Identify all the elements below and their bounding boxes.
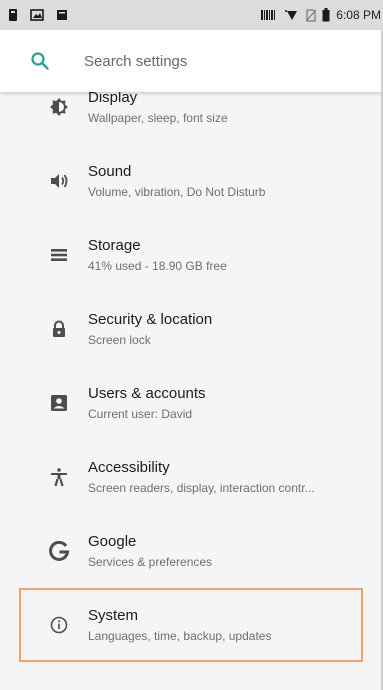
settings-item-google[interactable]: Google Services & preferences bbox=[0, 514, 383, 588]
settings-item-title: System bbox=[88, 607, 139, 624]
settings-item-system[interactable]: System Languages, time, backup, updates bbox=[19, 588, 363, 662]
settings-item-subtitle: Screen lock bbox=[88, 333, 151, 347]
lock-icon bbox=[47, 317, 71, 341]
wifi-icon bbox=[284, 9, 300, 21]
message-icon bbox=[56, 9, 68, 21]
info-icon bbox=[47, 613, 71, 637]
account-box-icon bbox=[47, 391, 71, 415]
settings-item-title: Display bbox=[88, 92, 138, 106]
battery-icon bbox=[322, 8, 330, 22]
search-input[interactable] bbox=[82, 51, 326, 71]
image-icon bbox=[30, 8, 44, 22]
settings-item-title: Accessibility bbox=[88, 459, 170, 476]
sim-icon bbox=[8, 8, 18, 22]
settings-item-subtitle: 41% used - 18.90 GB free bbox=[88, 259, 227, 273]
google-icon bbox=[47, 539, 71, 563]
no-sim-icon bbox=[306, 8, 317, 22]
search-bar[interactable] bbox=[0, 30, 383, 92]
settings-item-accessibility[interactable]: Accessibility Screen readers, display, i… bbox=[0, 440, 383, 514]
settings-item-title: Google bbox=[88, 533, 137, 550]
settings-item-subtitle: Wallpaper, sleep, font size bbox=[88, 111, 228, 125]
settings-item-display[interactable]: Display Wallpaper, sleep, font size bbox=[0, 92, 383, 144]
accessibility-icon bbox=[47, 465, 71, 489]
settings-item-title: Sound bbox=[88, 163, 132, 180]
volume-icon bbox=[47, 169, 71, 193]
settings-item-subtitle: Screen readers, display, interaction con… bbox=[88, 481, 315, 495]
settings-item-subtitle: Languages, time, backup, updates bbox=[88, 629, 272, 643]
settings-item-title: Security & location bbox=[88, 311, 213, 328]
settings-item-storage[interactable]: Storage 41% used - 18.90 GB free bbox=[0, 218, 383, 292]
settings-item-security[interactable]: Security & location Screen lock bbox=[0, 292, 383, 366]
settings-item-users[interactable]: Users & accounts Current user: David bbox=[0, 366, 383, 440]
display-brightness-icon bbox=[47, 95, 71, 119]
status-bar: 6:08 PM bbox=[0, 0, 383, 30]
storage-icon bbox=[47, 243, 71, 267]
settings-list[interactable]: Display Wallpaper, sleep, font size Soun… bbox=[0, 92, 383, 690]
search-icon[interactable] bbox=[30, 51, 50, 71]
settings-item-title: Users & accounts bbox=[88, 385, 206, 402]
settings-item-subtitle: Services & preferences bbox=[88, 555, 213, 569]
status-bar-time: 6:08 PM bbox=[336, 8, 381, 22]
settings-item-subtitle: Volume, vibration, Do Not Disturb bbox=[88, 185, 266, 199]
settings-item-title: Storage bbox=[88, 237, 141, 254]
settings-item-sound[interactable]: Sound Volume, vibration, Do Not Disturb bbox=[0, 144, 383, 218]
settings-item-subtitle: Current user: David bbox=[88, 407, 193, 421]
barcode-icon bbox=[260, 9, 278, 21]
settings-screen: 6:08 PM Display Wallpaper, sleep, font s… bbox=[0, 0, 383, 690]
